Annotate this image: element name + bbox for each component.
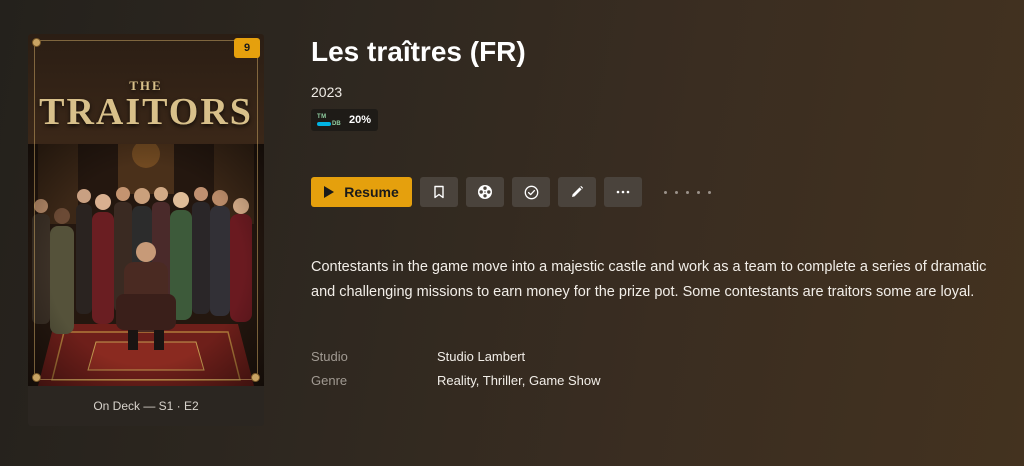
unwatched-count-badge: 9: [234, 38, 260, 58]
rating-badge: TM DB 20%: [311, 109, 379, 131]
more-icon: [616, 190, 630, 194]
genre-label: Genre: [311, 373, 348, 388]
show-summary: Contestants in the game move into a maje…: [311, 259, 987, 300]
studio-label: Studio: [311, 349, 348, 364]
tmdb-icon: TM DB: [317, 113, 343, 127]
mark-watched-button[interactable]: [512, 177, 550, 207]
poster-corner-ornament: [251, 373, 260, 382]
show-title: Les traîtres (FR): [311, 36, 526, 67]
edit-button[interactable]: [558, 177, 596, 207]
poster-image[interactable]: THE TRAITORS 9: [28, 34, 264, 386]
trailer-button[interactable]: [466, 177, 504, 207]
studio-value[interactable]: Studio Lambert: [437, 349, 525, 364]
checkmark-icon: [524, 185, 538, 199]
loading-indicator: [664, 190, 711, 194]
on-deck-label[interactable]: On Deck — S1 · E2: [28, 386, 264, 426]
tmdb-logo-top: TM: [317, 113, 327, 120]
action-bar: Resume: [311, 177, 711, 207]
tmdb-logo-bottom: DB: [332, 120, 341, 127]
poster-title-big: TRAITORS: [39, 91, 253, 133]
watchlist-button[interactable]: [420, 177, 458, 207]
play-icon: [324, 186, 335, 198]
poster-corner-ornament: [32, 38, 41, 47]
rating-value: 20%: [349, 114, 372, 126]
film-reel-icon: [478, 185, 492, 199]
genre-value[interactable]: Reality, Thriller, Game Show: [437, 373, 601, 388]
resume-button[interactable]: Resume: [311, 177, 412, 207]
bookmark-icon: [434, 185, 444, 199]
poster-corner-ornament: [32, 373, 41, 382]
poster-card[interactable]: THE TRAITORS 9 On Deck — S1 · E2: [28, 34, 264, 426]
resume-button-label: Resume: [344, 184, 399, 200]
pencil-icon: [572, 185, 584, 197]
show-year[interactable]: 2023: [311, 84, 342, 100]
more-options-button[interactable]: [604, 177, 642, 207]
